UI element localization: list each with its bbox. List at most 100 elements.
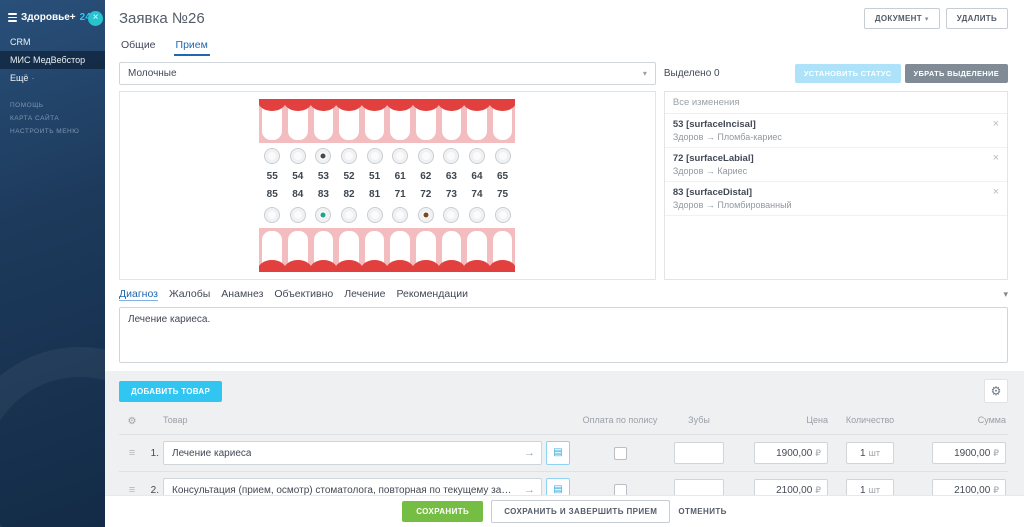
tooth-occlusal-icon-73[interactable] bbox=[443, 207, 459, 223]
price-input[interactable]: 2100,00₽ bbox=[754, 479, 828, 495]
tooth-number-71[interactable]: 71 bbox=[387, 189, 413, 200]
tooth-number-85[interactable]: 85 bbox=[259, 189, 285, 200]
sidebar-link-menu-settings[interactable]: НАСТРОИТЬ МЕНЮ bbox=[0, 125, 105, 138]
sidebar-link-sitemap[interactable]: КАРТА САЙТА bbox=[0, 112, 105, 125]
tooth-graphic-54[interactable] bbox=[285, 99, 311, 143]
delete-button[interactable]: УДАЛИТЬ bbox=[946, 8, 1008, 29]
tooth-number-84[interactable]: 84 bbox=[285, 189, 311, 200]
tooth-occlusal-icon-81[interactable] bbox=[367, 207, 383, 223]
remove-change-icon[interactable]: × bbox=[993, 187, 999, 197]
note-tab-recommendations[interactable]: Рекомендации bbox=[396, 288, 468, 301]
tooth-occlusal-icon-85[interactable] bbox=[264, 207, 280, 223]
tooth-occlusal-icon-52[interactable] bbox=[341, 148, 357, 164]
tooth-occlusal-icon-83[interactable] bbox=[315, 207, 331, 223]
diagnosis-textarea[interactable]: Лечение кариеса. bbox=[119, 307, 1008, 363]
tooth-number-62[interactable]: 62 bbox=[413, 171, 439, 182]
tooth-number-52[interactable]: 52 bbox=[336, 171, 362, 182]
tooth-occlusal-icon-54[interactable] bbox=[290, 148, 306, 164]
quantity-input[interactable]: 1шт bbox=[846, 479, 894, 495]
tooth-graphic-71[interactable] bbox=[387, 228, 413, 272]
tooth-occlusal-icon-53[interactable] bbox=[315, 148, 331, 164]
product-name-input[interactable]: Лечение кариеса→ bbox=[163, 441, 542, 465]
save-finish-button[interactable]: СОХРАНИТЬ И ЗАВЕРШИТЬ ПРИЕМ bbox=[491, 500, 670, 523]
tooth-occlusal-icon-82[interactable] bbox=[341, 207, 357, 223]
teeth-input[interactable] bbox=[674, 442, 724, 464]
tooth-graphic-84[interactable] bbox=[285, 228, 311, 272]
sidebar-item-crm[interactable]: CRM bbox=[0, 33, 105, 51]
drag-handle-icon[interactable]: ≡ bbox=[119, 447, 145, 459]
note-tab-objective[interactable]: Объективно bbox=[274, 288, 333, 301]
tooth-graphic-72[interactable] bbox=[413, 228, 439, 272]
tooth-graphic-75[interactable] bbox=[490, 228, 516, 272]
tooth-occlusal-icon-61[interactable] bbox=[392, 148, 408, 164]
tooth-graphic-53[interactable] bbox=[311, 99, 337, 143]
tooth-number-74[interactable]: 74 bbox=[464, 189, 490, 200]
note-tab-treatment[interactable]: Лечение bbox=[344, 288, 385, 301]
note-tab-diagnosis[interactable]: Диагноз bbox=[119, 288, 158, 301]
tooth-graphic-74[interactable] bbox=[464, 228, 490, 272]
tooth-occlusal-icon-74[interactable] bbox=[469, 207, 485, 223]
set-status-button[interactable]: УСТАНОВИТЬ СТАТУС bbox=[795, 64, 901, 83]
tooth-occlusal-icon-65[interactable] bbox=[495, 148, 511, 164]
tooth-graphic-55[interactable] bbox=[259, 99, 285, 143]
tab-appointment[interactable]: Прием bbox=[174, 39, 210, 56]
catalog-select-button[interactable]: ▤ bbox=[546, 478, 570, 495]
clear-selection-button[interactable]: УБРАТЬ ВЫДЕЛЕНИЕ bbox=[905, 64, 1008, 83]
tooth-number-81[interactable]: 81 bbox=[362, 189, 388, 200]
tooth-graphic-82[interactable] bbox=[336, 228, 362, 272]
grid-settings-gear-icon[interactable]: ⚙ bbox=[128, 416, 137, 427]
tooth-occlusal-icon-75[interactable] bbox=[495, 207, 511, 223]
tooth-number-54[interactable]: 54 bbox=[285, 171, 311, 182]
save-button[interactable]: СОХРАНИТЬ bbox=[402, 501, 483, 522]
tooth-number-64[interactable]: 64 bbox=[464, 171, 490, 182]
tooth-graphic-61[interactable] bbox=[387, 99, 413, 143]
tooth-number-83[interactable]: 83 bbox=[311, 189, 337, 200]
teeth-type-select[interactable]: Молочные ▾ bbox=[119, 62, 656, 85]
sidebar-item-more[interactable]: Ещё bbox=[0, 69, 105, 87]
tab-general[interactable]: Общие bbox=[119, 39, 158, 56]
price-input[interactable]: 1900,00₽ bbox=[754, 442, 828, 464]
tooth-graphic-52[interactable] bbox=[336, 99, 362, 143]
tooth-graphic-62[interactable] bbox=[413, 99, 439, 143]
teeth-input[interactable] bbox=[674, 479, 724, 495]
tooth-number-55[interactable]: 55 bbox=[259, 171, 285, 182]
note-tab-complaints[interactable]: Жалобы bbox=[169, 288, 210, 301]
add-product-button[interactable]: ДОБАВИТЬ ТОВАР bbox=[119, 381, 222, 402]
sidebar-item-mis-medvebstor[interactable]: МИС МедВебстор bbox=[0, 51, 105, 69]
tooth-number-53[interactable]: 53 bbox=[311, 171, 337, 182]
tooth-number-61[interactable]: 61 bbox=[387, 171, 413, 182]
tooth-occlusal-icon-72[interactable] bbox=[418, 207, 434, 223]
sum-input[interactable]: 2100,00₽ bbox=[932, 479, 1006, 495]
sum-input[interactable]: 1900,00₽ bbox=[932, 442, 1006, 464]
tooth-occlusal-icon-55[interactable] bbox=[264, 148, 280, 164]
document-button[interactable]: ДОКУМЕНТ▾ bbox=[864, 8, 940, 29]
tooth-number-82[interactable]: 82 bbox=[336, 189, 362, 200]
remove-change-icon[interactable]: × bbox=[993, 153, 999, 163]
note-tab-anamnesis[interactable]: Анамнез bbox=[221, 288, 263, 301]
sidebar-collapse-icon[interactable]: × bbox=[88, 11, 103, 26]
tooth-number-72[interactable]: 72 bbox=[413, 189, 439, 200]
tooth-number-73[interactable]: 73 bbox=[439, 189, 465, 200]
remove-change-icon[interactable]: × bbox=[993, 119, 999, 129]
product-name-input[interactable]: Консультация (прием, осмотр) стоматолога… bbox=[163, 478, 542, 495]
tooth-graphic-64[interactable] bbox=[464, 99, 490, 143]
open-product-icon[interactable]: → bbox=[524, 447, 535, 459]
drag-handle-icon[interactable]: ≡ bbox=[119, 484, 145, 495]
quantity-input[interactable]: 1шт bbox=[846, 442, 894, 464]
tooth-graphic-81[interactable] bbox=[362, 228, 388, 272]
catalog-select-button[interactable]: ▤ bbox=[546, 441, 570, 465]
tooth-graphic-65[interactable] bbox=[490, 99, 516, 143]
tooth-number-51[interactable]: 51 bbox=[362, 171, 388, 182]
policy-checkbox[interactable] bbox=[614, 484, 627, 496]
tooth-graphic-63[interactable] bbox=[439, 99, 465, 143]
tooth-number-75[interactable]: 75 bbox=[490, 189, 516, 200]
policy-checkbox[interactable] bbox=[614, 447, 627, 460]
tooth-occlusal-icon-51[interactable] bbox=[367, 148, 383, 164]
tooth-occlusal-icon-62[interactable] bbox=[418, 148, 434, 164]
sidebar-link-help[interactable]: ПОМОЩЬ bbox=[0, 99, 105, 112]
tooth-graphic-85[interactable] bbox=[259, 228, 285, 272]
tooth-number-63[interactable]: 63 bbox=[439, 171, 465, 182]
tooth-number-65[interactable]: 65 bbox=[490, 171, 516, 182]
tooth-occlusal-icon-71[interactable] bbox=[392, 207, 408, 223]
settings-button[interactable]: ⚙ bbox=[984, 379, 1008, 403]
